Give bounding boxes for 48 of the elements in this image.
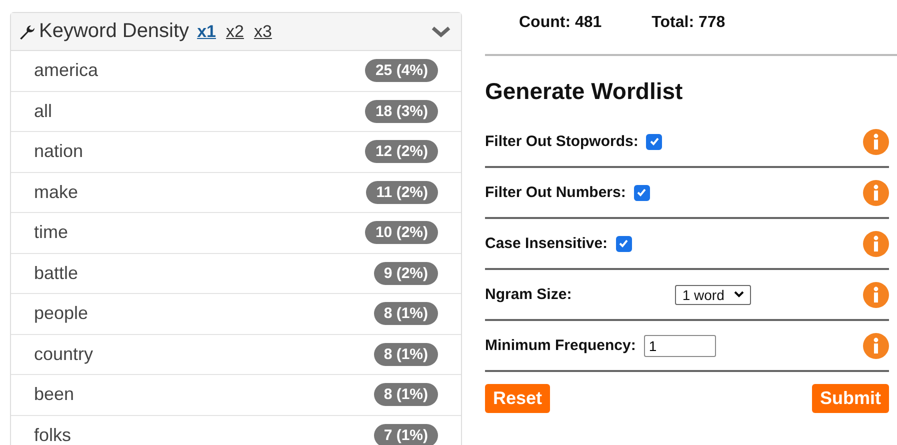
count-badge: 10 (2%) (365, 221, 438, 244)
count-badge: 7 (1%) (374, 424, 438, 445)
checkmark-icon (648, 136, 660, 147)
checkmark-icon (618, 238, 630, 249)
count-badge: 12 (2%) (365, 140, 438, 164)
option-label: Filter Out Stopwords: (485, 133, 638, 150)
caret-icon (734, 291, 744, 298)
count-label: Count: 481 (519, 14, 602, 33)
info-icon[interactable] (863, 180, 889, 206)
checkbox[interactable] (616, 236, 632, 252)
frequency-input[interactable]: 1 (644, 334, 716, 356)
wrench-icon (19, 24, 35, 40)
keyword: make (34, 182, 78, 203)
checkbox[interactable] (634, 184, 650, 200)
info-icon[interactable] (863, 332, 889, 358)
count-badge: 8 (1%) (374, 383, 438, 406)
count-badge: 18 (3%) (365, 100, 438, 123)
multiplier-link[interactable]: x3 (254, 22, 272, 42)
checkbox[interactable] (646, 134, 662, 150)
keyword: time (34, 222, 68, 244)
count-badge: 8 (1%) (374, 342, 438, 366)
info-icon[interactable] (863, 128, 889, 154)
keyword: america (34, 60, 98, 82)
option-label: Ngram Size: (485, 286, 572, 303)
keyword: country (34, 344, 94, 365)
panel-title: Keyword Density (39, 20, 190, 43)
keyword: battle (34, 262, 78, 284)
info-icon[interactable] (863, 282, 890, 308)
multiplier-link[interactable]: x1 (197, 22, 216, 42)
multiplier-link[interactable]: x2 (226, 22, 244, 42)
ngram-select[interactable]: 1 word (675, 284, 752, 304)
option-label: Minimum Frequency: (485, 337, 636, 354)
section-heading: Generate Wordlist (485, 78, 684, 105)
count-badge: 11 (2%) (366, 180, 438, 204)
keyword: nation (34, 141, 84, 162)
keyword: folks (34, 424, 72, 445)
option-label: Case Insensitive: (485, 235, 608, 252)
keyword: people (34, 303, 88, 324)
option-label: Filter Out Numbers: (485, 184, 626, 201)
count-badge: 9 (2%) (374, 262, 438, 285)
keyword: been (34, 384, 74, 406)
checkmark-icon (636, 187, 648, 198)
count-badge: 8 (1%) (374, 302, 438, 326)
count-badge: 25 (4%) (365, 59, 438, 82)
chevron-down-icon[interactable] (431, 26, 451, 38)
info-icon[interactable] (863, 230, 889, 256)
total-label: Total: 778 (652, 14, 726, 33)
keyword: all (34, 100, 52, 122)
